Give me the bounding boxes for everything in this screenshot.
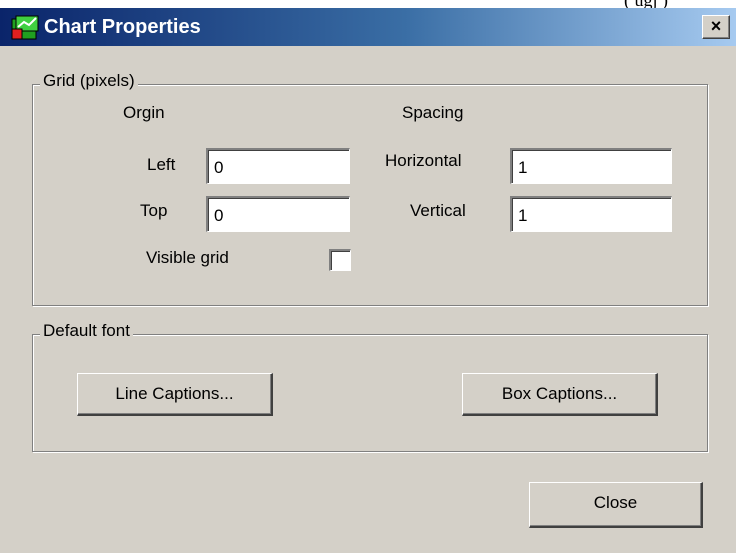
top-label: Top bbox=[140, 201, 168, 220]
spacing-header: Spacing bbox=[402, 103, 464, 122]
visible-grid-label: Visible grid bbox=[146, 248, 229, 267]
window-title: Chart Properties bbox=[44, 16, 201, 38]
close-icon[interactable]: × bbox=[702, 15, 730, 39]
origin-header: Orgin bbox=[123, 103, 165, 122]
chart-properties-dialog: Chart Properties × Grid (pixels) Orgin S… bbox=[0, 8, 736, 553]
title-bar[interactable]: Chart Properties × bbox=[0, 8, 736, 46]
vertical-spacing-input[interactable] bbox=[510, 196, 672, 232]
chart-icon bbox=[10, 13, 40, 41]
vertical-label: Vertical bbox=[410, 201, 466, 220]
default-font-group-label: Default font bbox=[40, 321, 133, 341]
close-button[interactable]: Close bbox=[529, 482, 703, 528]
line-captions-button[interactable]: Line Captions... bbox=[77, 373, 273, 416]
box-captions-button[interactable]: Box Captions... bbox=[462, 373, 658, 416]
horizontal-spacing-input[interactable] bbox=[510, 148, 672, 184]
horizontal-label: Horizontal bbox=[385, 151, 462, 170]
left-label: Left bbox=[147, 155, 176, 174]
left-origin-input[interactable] bbox=[206, 148, 350, 184]
grid-group-label: Grid (pixels) bbox=[40, 71, 138, 91]
top-origin-input[interactable] bbox=[206, 196, 350, 232]
visible-grid-checkbox[interactable] bbox=[329, 249, 351, 271]
